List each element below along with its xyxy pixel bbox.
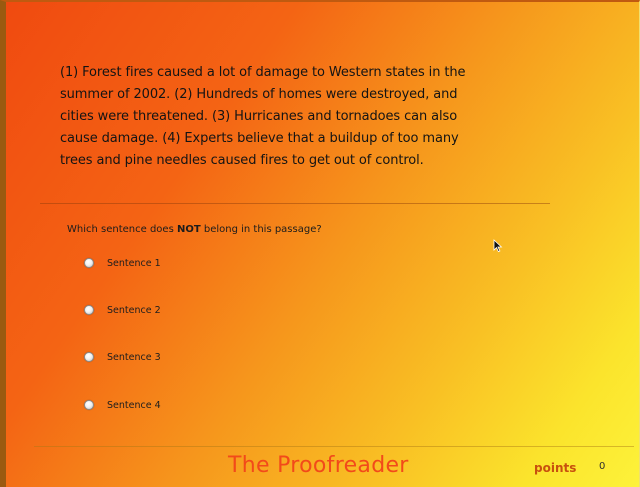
points-value: 0 bbox=[599, 461, 606, 472]
radio-button-icon[interactable] bbox=[84, 400, 94, 410]
answer-option-label: Sentence 1 bbox=[107, 257, 161, 269]
passage-text: (1) Forest fires caused a lot of damage … bbox=[60, 62, 540, 172]
mouse-pointer-icon bbox=[493, 239, 503, 253]
divider bbox=[40, 203, 550, 204]
quiz-panel: (1) Forest fires caused a lot of damage … bbox=[0, 0, 640, 487]
question-text-end: belong in this passage? bbox=[200, 224, 322, 235]
question-prompt: Which sentence does NOT belong in this p… bbox=[67, 224, 322, 235]
answer-option-label: Sentence 2 bbox=[107, 304, 161, 316]
answer-option-label: Sentence 3 bbox=[107, 351, 161, 363]
passage-line: trees and pine needles caused fires to g… bbox=[60, 153, 424, 168]
answer-option-1[interactable]: Sentence 1 bbox=[84, 253, 161, 273]
question-text-start: Which sentence does bbox=[67, 224, 177, 235]
answer-option-2[interactable]: Sentence 2 bbox=[84, 300, 161, 320]
answer-option-4[interactable]: Sentence 4 bbox=[84, 395, 161, 415]
answer-option-label: Sentence 4 bbox=[107, 399, 161, 411]
radio-button-icon[interactable] bbox=[84, 305, 94, 315]
passage-line: summer of 2002. (2) Hundreds of homes we… bbox=[60, 87, 458, 102]
passage-line: cause damage. (4) Experts believe that a… bbox=[60, 131, 459, 146]
question-emphasis: NOT bbox=[176, 224, 201, 235]
game-title: The Proofreader bbox=[228, 453, 409, 478]
radio-button-icon[interactable] bbox=[84, 258, 94, 268]
radio-button-icon[interactable] bbox=[84, 352, 94, 362]
passage-line: (1) Forest fires caused a lot of damage … bbox=[60, 65, 466, 80]
passage-line: cities were threatened. (3) Hurricanes a… bbox=[60, 109, 458, 124]
points-label: points bbox=[534, 461, 577, 475]
answer-option-3[interactable]: Sentence 3 bbox=[84, 347, 161, 367]
footer-divider bbox=[34, 446, 634, 447]
